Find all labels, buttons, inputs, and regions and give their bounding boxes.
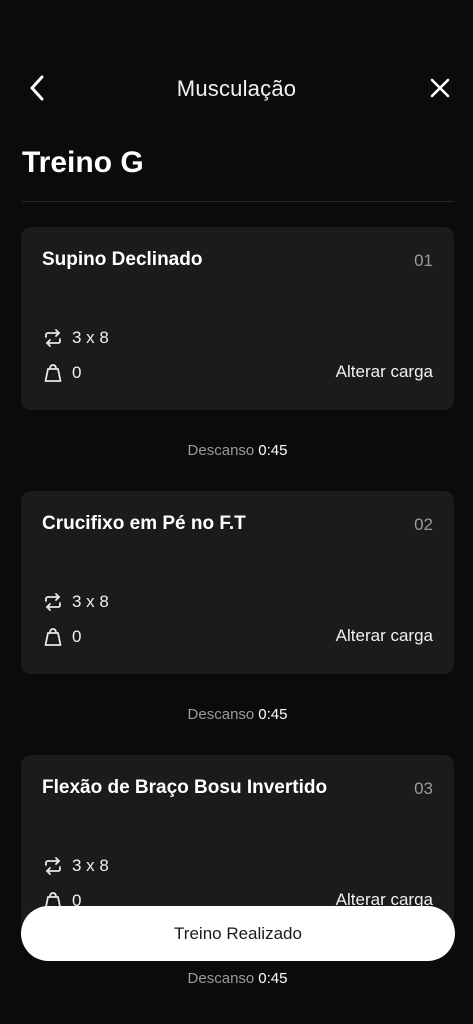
load-row: 0 bbox=[42, 362, 81, 384]
sets-row: 3 x 8 bbox=[42, 591, 109, 613]
exercise-name: Crucifixo em Pé no F.T bbox=[42, 513, 246, 534]
repeat-icon bbox=[42, 855, 64, 877]
header-title: Musculação bbox=[176, 76, 297, 101]
page-title: Treino G bbox=[22, 146, 144, 179]
alter-load-button[interactable]: Alterar carga bbox=[336, 362, 433, 382]
weight-icon bbox=[42, 362, 64, 384]
close-button[interactable] bbox=[425, 74, 455, 106]
rest-value: 0:45 bbox=[258, 706, 288, 723]
rest-value: 0:45 bbox=[258, 970, 288, 987]
divider bbox=[22, 201, 453, 202]
close-icon bbox=[429, 77, 451, 104]
finish-workout-button[interactable]: Treino Realizado bbox=[21, 906, 455, 961]
load-row: 0 bbox=[42, 626, 81, 648]
exercise-list: Supino Declinado 01 3 x 8 0 Alterar carg… bbox=[21, 227, 454, 1019]
rest-label: Descanso bbox=[187, 442, 255, 459]
load-value: 0 bbox=[72, 627, 82, 646]
exercise-index: 02 bbox=[414, 515, 433, 534]
rest-timer: Descanso 0:45 bbox=[21, 674, 454, 755]
alter-load-button[interactable]: Alterar carga bbox=[336, 626, 433, 646]
exercise-index: 03 bbox=[414, 779, 433, 798]
sets-value: 3 x 8 bbox=[72, 592, 109, 611]
exercise-card[interactable]: Supino Declinado 01 3 x 8 0 Alterar carg… bbox=[21, 227, 454, 410]
header: Musculação bbox=[0, 64, 473, 116]
sets-value: 3 x 8 bbox=[72, 328, 109, 347]
rest-timer: Descanso 0:45 bbox=[21, 410, 454, 491]
load-value: 0 bbox=[72, 363, 82, 382]
sets-row: 3 x 8 bbox=[42, 327, 109, 349]
exercise-card[interactable]: Crucifixo em Pé no F.T 02 3 x 8 0 Altera… bbox=[21, 491, 454, 674]
exercise-name: Supino Declinado bbox=[42, 249, 203, 270]
exercise-name: Flexão de Braço Bosu Invertido bbox=[42, 777, 328, 798]
repeat-icon bbox=[42, 327, 64, 349]
weight-icon bbox=[42, 626, 64, 648]
sets-value: 3 x 8 bbox=[72, 856, 109, 875]
rest-value: 0:45 bbox=[258, 442, 288, 459]
exercise-index: 01 bbox=[414, 251, 433, 270]
sets-row: 3 x 8 bbox=[42, 855, 109, 877]
rest-label: Descanso bbox=[187, 706, 255, 723]
repeat-icon bbox=[42, 591, 64, 613]
rest-label: Descanso bbox=[187, 970, 255, 987]
